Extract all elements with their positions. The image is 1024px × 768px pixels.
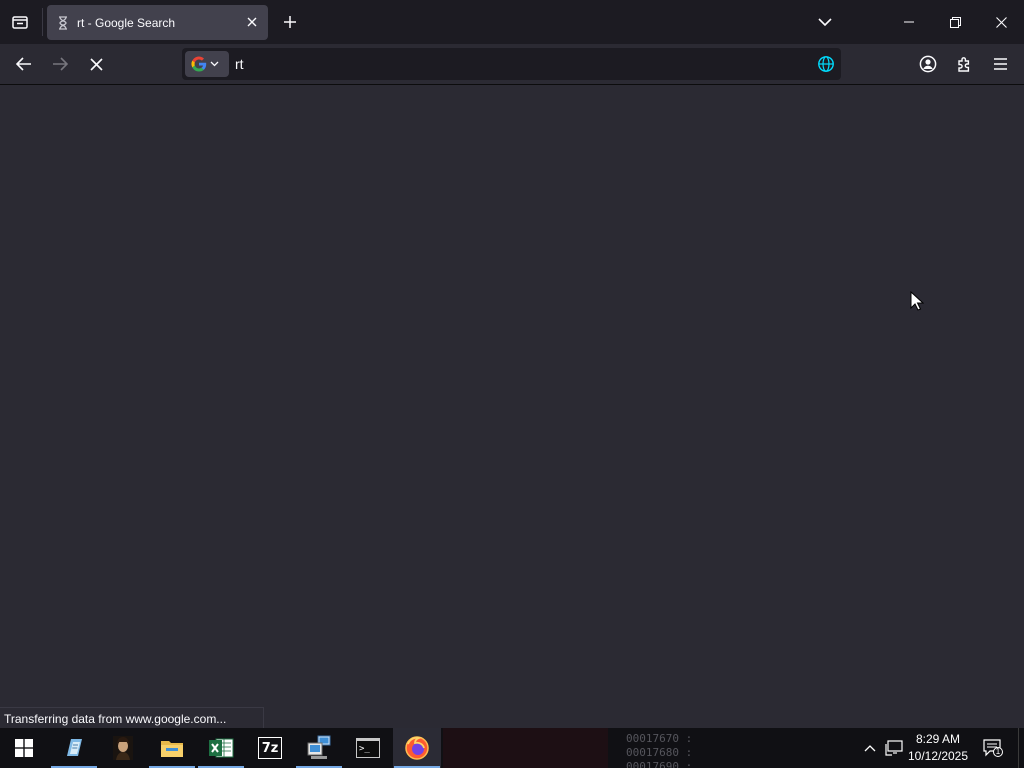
taskbar-network-app[interactable]	[295, 728, 343, 768]
page-content[interactable]	[0, 85, 1024, 728]
restore-button[interactable]	[932, 0, 978, 44]
taskbar-notepad-app[interactable]	[50, 728, 98, 768]
search-engine-button[interactable]	[185, 51, 229, 77]
terminal-prompt: >_	[359, 743, 370, 754]
action-center-button[interactable]: 1	[978, 728, 1008, 768]
7zip-label: 7z	[261, 740, 279, 756]
new-tab-button[interactable]	[276, 8, 304, 36]
window-thumbnail	[443, 728, 608, 768]
minimize-icon	[904, 21, 914, 23]
list-all-tabs-button[interactable]	[811, 8, 839, 36]
navigation-toolbar: rt	[0, 44, 1024, 85]
taskbar-portrait-app[interactable]	[99, 728, 147, 768]
taskbar: 7z >_ 00017670 : 00017680 : 00017690 : 8…	[0, 728, 1024, 768]
stop-loading-button[interactable]	[81, 50, 111, 78]
chevron-up-icon	[864, 745, 876, 752]
show-hidden-icons-button[interactable]	[860, 728, 880, 768]
tab-separator	[42, 8, 43, 36]
notification-count: 1	[995, 747, 1001, 756]
account-button[interactable]	[913, 50, 943, 78]
hex-line: 00017670 :	[626, 732, 693, 745]
taskbar-excel-app[interactable]	[197, 728, 245, 768]
arrow-right-icon	[53, 57, 68, 71]
url-bar[interactable]: rt	[182, 48, 841, 80]
hamburger-menu-icon	[993, 58, 1007, 70]
extensions-button[interactable]	[949, 50, 979, 78]
show-desktop-button[interactable]	[1018, 728, 1024, 768]
arrow-left-icon	[16, 57, 31, 71]
excel-icon	[209, 738, 234, 758]
puzzle-icon	[957, 56, 969, 72]
close-icon	[995, 16, 1007, 28]
tab-close-button[interactable]	[244, 14, 260, 30]
clock-date: 10/12/2025	[907, 749, 969, 763]
taskbar-terminal-app[interactable]: >_	[344, 728, 392, 768]
close-icon	[247, 17, 257, 27]
start-button[interactable]	[0, 728, 48, 768]
taskbar-7zip-app[interactable]: 7z	[246, 728, 294, 768]
hourglass-icon	[59, 15, 67, 30]
7zip-icon: 7z	[258, 737, 282, 759]
hex-line: 00017690 :	[626, 760, 693, 768]
mouse-cursor-icon	[910, 291, 924, 311]
plus-icon	[284, 16, 296, 28]
globe-icon[interactable]	[817, 55, 835, 73]
stop-icon	[89, 57, 103, 71]
chevron-down-icon	[818, 18, 832, 27]
folder-icon	[161, 741, 183, 757]
tab-google-search[interactable]: rt - Google Search	[47, 5, 268, 40]
firefox-view-button[interactable]	[6, 8, 34, 36]
tab-title: rt - Google Search	[77, 15, 176, 30]
clock-time: 8:29 AM	[915, 732, 961, 746]
url-input-value[interactable]: rt	[235, 56, 244, 72]
account-icon	[919, 55, 937, 73]
hex-line: 00017680 :	[626, 746, 693, 759]
tab-strip: rt - Google Search	[0, 0, 1024, 44]
restore-icon	[949, 16, 961, 28]
network-status-button[interactable]	[882, 728, 906, 768]
close-window-button[interactable]	[978, 0, 1024, 44]
chevron-down-icon	[210, 61, 219, 67]
system-clock[interactable]: 8:29 AM 10/12/2025	[905, 731, 971, 765]
taskbar-file-explorer[interactable]	[148, 728, 196, 768]
network-wired-icon	[885, 740, 903, 756]
windows-logo-icon	[15, 739, 33, 757]
network-computer-icon	[307, 735, 331, 759]
firefox-icon	[405, 736, 429, 760]
hex-dump-text: 00017670 : 00017680 : 00017690 :	[608, 728, 718, 768]
back-button[interactable]	[9, 50, 39, 78]
minimize-button[interactable]	[886, 0, 932, 44]
status-panel: Transferring data from www.google.com...	[0, 707, 264, 729]
google-g-icon	[191, 56, 207, 72]
portrait-icon	[113, 736, 133, 760]
app-menu-button[interactable]	[985, 50, 1015, 78]
terminal-icon: >_	[356, 738, 380, 758]
firefox-view-icon	[12, 16, 28, 29]
notepad-icon	[67, 739, 82, 756]
taskbar-firefox-app[interactable]	[393, 728, 441, 768]
forward-button[interactable]	[45, 50, 75, 78]
